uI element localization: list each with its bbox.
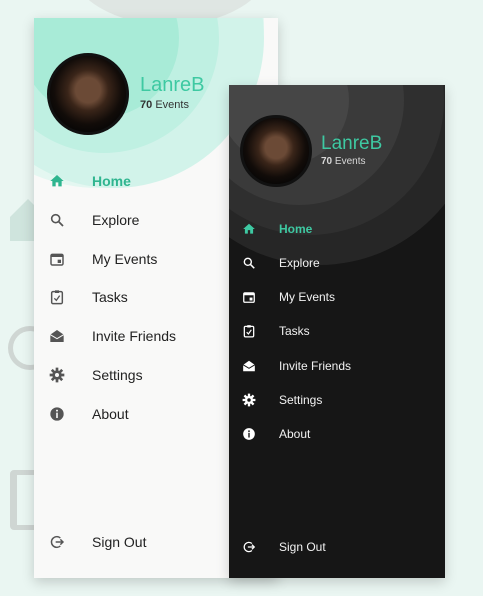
- events-count: 70: [140, 99, 153, 111]
- menu-item-explore[interactable]: Explore: [229, 246, 445, 280]
- events-label: Events: [334, 156, 366, 167]
- menu-label: About: [92, 406, 129, 422]
- menu-label: Settings: [279, 393, 323, 407]
- tasks-icon: [240, 322, 258, 340]
- menu-label: Invite Friends: [92, 328, 177, 344]
- menu-item-tasks[interactable]: Tasks: [229, 314, 445, 348]
- menu-item-settings[interactable]: Settings: [229, 383, 445, 417]
- sign-out-label: Sign Out: [92, 534, 147, 550]
- gear-icon: [240, 391, 258, 409]
- tasks-icon: [47, 287, 67, 307]
- menu-label: Invite Friends: [279, 359, 352, 373]
- drawer-dark: LanreB 70 Events Home Explore My Events: [229, 85, 445, 578]
- menu-label: Explore: [279, 256, 320, 270]
- menu-label: About: [279, 427, 311, 441]
- menu-label: My Events: [279, 290, 336, 304]
- menu-item-invite-friends[interactable]: Invite Friends: [229, 349, 445, 383]
- menu-label: Settings: [92, 367, 143, 383]
- invite-icon: [47, 326, 67, 346]
- menu-item-home[interactable]: Home: [229, 212, 445, 246]
- events-label: Events: [155, 99, 189, 111]
- user-events: 70 Events: [321, 156, 365, 167]
- info-icon: [47, 404, 67, 424]
- user-events: 70 Events: [140, 99, 189, 111]
- sign-out-icon: [47, 532, 67, 552]
- sign-out-button[interactable]: Sign Out: [229, 530, 445, 564]
- calendar-icon: [47, 249, 67, 269]
- user-name: LanreB: [321, 133, 383, 154]
- search-icon: [47, 210, 67, 230]
- invite-icon: [240, 357, 258, 375]
- home-icon: [240, 220, 258, 238]
- menu-label: My Events: [92, 251, 158, 267]
- menu-item-my-events[interactable]: My Events: [229, 280, 445, 314]
- avatar[interactable]: [240, 115, 312, 187]
- menu-label: Explore: [92, 212, 140, 228]
- sign-out-icon: [240, 538, 258, 556]
- menu-label: Tasks: [92, 289, 128, 305]
- sign-out-label: Sign Out: [279, 540, 326, 554]
- avatar[interactable]: [47, 53, 129, 135]
- gear-icon: [47, 365, 67, 385]
- events-count: 70: [321, 156, 333, 167]
- calendar-icon: [240, 288, 258, 306]
- menu-item-about[interactable]: About: [229, 417, 445, 451]
- menu-label: Home: [92, 173, 131, 189]
- menu-label: Home: [279, 222, 313, 236]
- menu-label: Tasks: [279, 324, 310, 338]
- info-icon: [240, 425, 258, 443]
- home-icon: [47, 171, 67, 191]
- user-name: LanreB: [140, 74, 205, 96]
- search-icon: [240, 254, 258, 272]
